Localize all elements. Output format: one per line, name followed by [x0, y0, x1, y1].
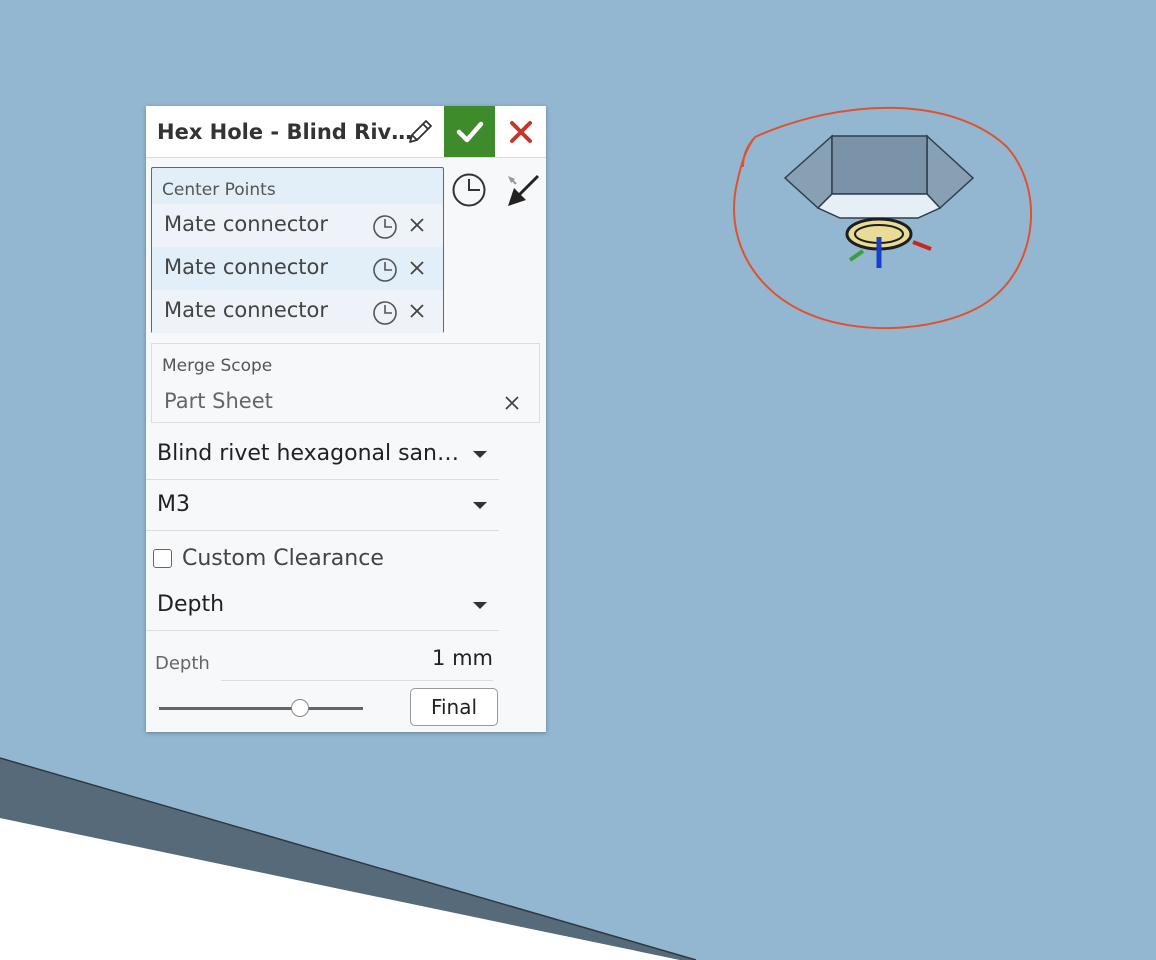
clock-icon[interactable]	[372, 300, 398, 326]
mate-connector-glyph[interactable]	[845, 217, 932, 268]
hole-standard-value: Blind rivet hexagonal san…	[157, 441, 459, 466]
dialog-header: Hex Hole - Blind Riv…	[146, 106, 546, 158]
chevron-down-icon	[473, 602, 487, 609]
remove-icon[interactable]	[408, 216, 426, 234]
remove-icon[interactable]	[408, 302, 426, 320]
hex-face-bottom	[816, 193, 942, 219]
remove-icon[interactable]	[408, 259, 426, 277]
pencil-icon	[409, 119, 432, 143]
hex-face-left	[783, 134, 833, 210]
center-point-item[interactable]: Mate connector	[152, 204, 443, 247]
custom-clearance-row[interactable]: Custom Clearance	[146, 540, 499, 580]
slider-track[interactable]	[159, 707, 363, 710]
hex-face-right	[926, 134, 975, 210]
clock-icon[interactable]	[372, 257, 398, 283]
chevron-down-icon	[473, 502, 487, 509]
merge-scope-label: Merge Scope	[162, 356, 273, 376]
pointer-arrow-icon[interactable]	[502, 170, 544, 212]
depth-slider[interactable]	[159, 698, 363, 720]
depth-input[interactable]: 1 mm	[221, 646, 493, 681]
hole-size-dropdown[interactable]: M3	[146, 480, 499, 531]
slider-thumb[interactable]	[290, 699, 309, 717]
checkmark-icon	[456, 121, 483, 142]
cancel-button[interactable]	[495, 106, 546, 157]
center-point-label: Mate connector	[164, 255, 329, 279]
custom-clearance-checkbox[interactable]	[153, 549, 172, 568]
center-point-item[interactable]: Mate connector	[152, 247, 443, 290]
termination-value: Depth	[157, 592, 225, 617]
final-button[interactable]: Final	[410, 688, 498, 726]
center-point-label: Mate connector	[164, 212, 329, 236]
clock-icon[interactable]	[451, 172, 487, 208]
merge-scope-field[interactable]: Merge Scope Part Sheet	[151, 343, 540, 423]
dialog-title: Hex Hole - Blind Riv…	[157, 120, 413, 144]
center-point-item[interactable]: Mate connector	[152, 290, 443, 333]
hex-hole-preview[interactable]	[783, 134, 975, 219]
feature-dialog: Hex Hole - Blind Riv… Center Points Mate…	[146, 106, 546, 732]
hex-face-center	[831, 135, 928, 195]
center-points-field[interactable]: Center Points Mate connector Mate connec…	[151, 167, 444, 333]
hole-standard-dropdown[interactable]: Blind rivet hexagonal san…	[146, 429, 499, 480]
center-point-label: Mate connector	[164, 298, 329, 322]
custom-clearance-label[interactable]: Custom Clearance	[182, 546, 384, 571]
termination-dropdown[interactable]: Depth	[146, 580, 499, 631]
close-icon	[509, 120, 532, 143]
depth-label: Depth	[155, 653, 210, 674]
merge-scope-value: Part Sheet	[164, 389, 273, 413]
hole-size-value: M3	[157, 492, 190, 517]
clock-icon[interactable]	[372, 214, 398, 240]
clear-icon[interactable]	[503, 394, 521, 412]
chevron-down-icon	[473, 451, 487, 458]
center-points-label: Center Points	[162, 180, 276, 200]
accept-button[interactable]	[444, 106, 495, 157]
edit-name-button[interactable]	[398, 106, 442, 157]
